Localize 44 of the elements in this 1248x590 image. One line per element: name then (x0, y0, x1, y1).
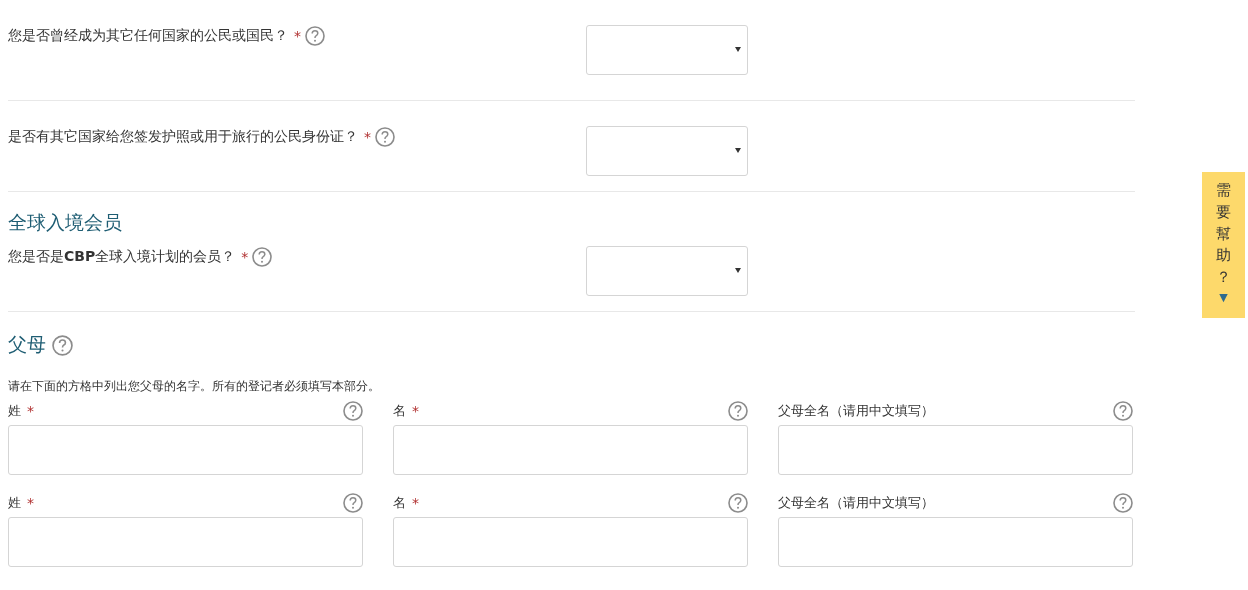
help-icon[interactable] (305, 26, 325, 46)
caret-icon (735, 47, 741, 52)
input-field[interactable] (393, 517, 748, 567)
question-label: 是否有其它国家给您签发护照或用于旅行的公民身份证？ (8, 128, 358, 146)
section-heading: 父母 (8, 332, 46, 357)
help-icon[interactable] (343, 493, 363, 513)
required-mark: * (27, 403, 34, 419)
help-icon[interactable] (728, 401, 748, 421)
dropdown-field[interactable] (586, 246, 748, 296)
help-tab-label: 需要幫助？ (1216, 180, 1231, 288)
caret-icon (735, 268, 741, 273)
dropdown-field[interactable] (586, 126, 748, 176)
required-mark: * (27, 495, 34, 511)
input-field[interactable] (8, 517, 363, 567)
caret-icon (735, 148, 741, 153)
question-label: 您是否曾经成为其它任何国家的公民或国民？ (8, 27, 288, 45)
required-mark: * (241, 249, 249, 265)
help-icon[interactable] (52, 334, 73, 356)
input-field[interactable] (8, 425, 363, 475)
required-mark: * (412, 495, 419, 511)
field-label: 父母全名（请用中文填写） (778, 494, 934, 512)
field-label: 姓 (8, 494, 21, 512)
field-label: 名 (393, 402, 406, 420)
input-field[interactable] (393, 425, 748, 475)
required-mark: * (294, 28, 301, 44)
help-tab[interactable]: 需要幫助？ ▼ (1202, 172, 1245, 318)
field-label: 姓 (8, 402, 21, 420)
help-icon[interactable] (375, 127, 395, 147)
field-label: 名 (393, 494, 406, 512)
input-field[interactable] (778, 517, 1133, 567)
dropdown-field[interactable] (586, 25, 748, 75)
question-label: 您是否是CBP全球入境计划的会员？ (8, 248, 236, 266)
instruction-text: 请在下面的方格中列出您父母的名字。所有的登记者必须填写本部分。 (8, 378, 381, 395)
field-label: 父母全名（请用中文填写） (778, 402, 934, 420)
help-icon[interactable] (343, 401, 363, 421)
required-mark: * (364, 129, 371, 145)
help-icon[interactable] (1113, 493, 1133, 513)
section-heading: 全球入境会员 (8, 210, 123, 235)
input-field[interactable] (778, 425, 1133, 475)
arrow-icon: ▼ (1219, 290, 1228, 304)
help-icon[interactable] (252, 247, 273, 267)
required-mark: * (412, 403, 419, 419)
help-icon[interactable] (728, 493, 748, 513)
help-icon[interactable] (1113, 401, 1133, 421)
